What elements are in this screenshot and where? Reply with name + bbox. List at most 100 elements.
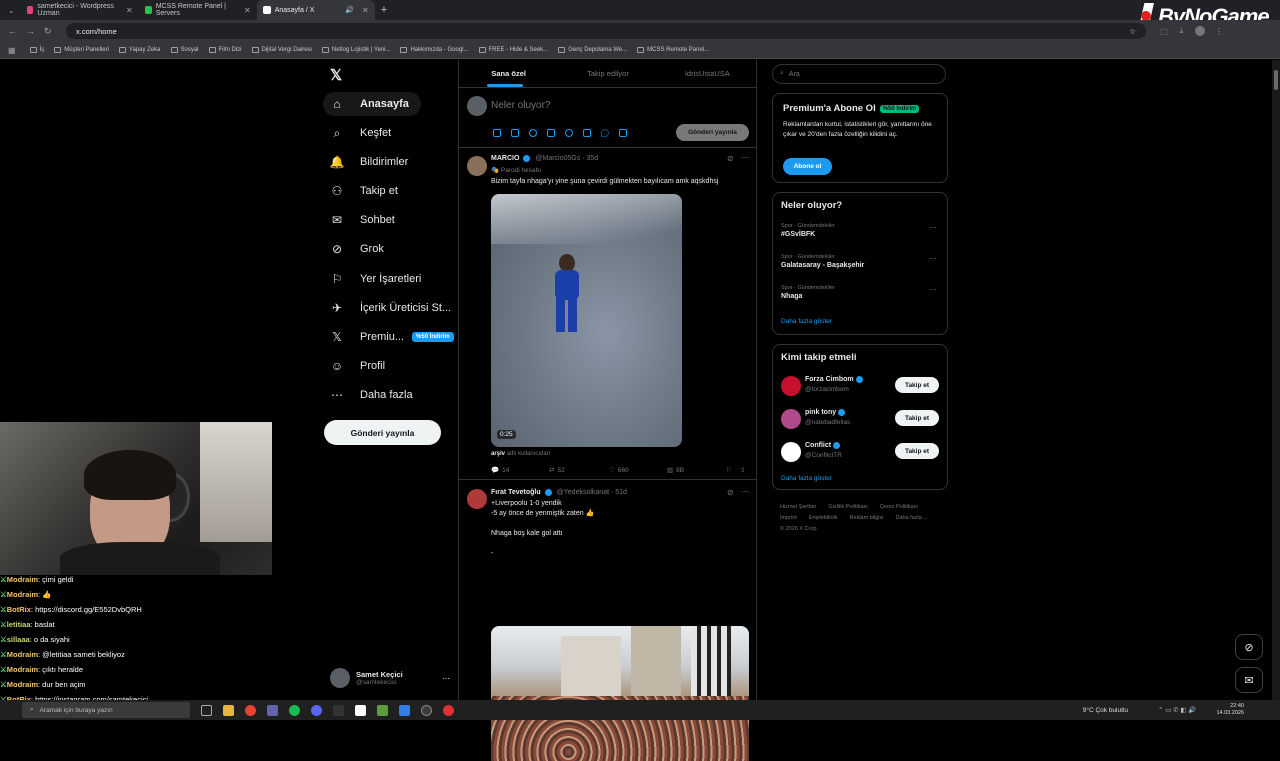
trend-item[interactable]: Spor · Gündemdekiler #GSvİBFK ⋯ [781, 223, 941, 238]
new-tab-icon[interactable]: + [381, 4, 387, 16]
bookmark-item[interactable]: Hakkımızda - Googl... [400, 47, 469, 53]
share-icon[interactable]: ⇪ [740, 466, 745, 474]
close-icon[interactable]: ✕ [126, 6, 133, 15]
task-view-icon[interactable] [201, 704, 212, 716]
tweet-author[interactable]: Fırat Tevetoğlu [491, 489, 541, 496]
extensions-icon[interactable]: ⬚ [1160, 27, 1168, 36]
folder-icon[interactable] [223, 704, 234, 716]
taskbar-search-input[interactable]: ⌕ Aramak için buraya yazın [22, 702, 190, 718]
close-icon[interactable]: ✕ [244, 6, 251, 15]
tweet-video[interactable] [491, 626, 749, 761]
sidebar-item-more[interactable]: ⋯ Daha fazla [323, 383, 413, 407]
tab-menu-icon[interactable]: ⌄ [8, 6, 15, 15]
follow-button[interactable]: Takip et [895, 443, 939, 459]
footer-link[interactable]: Gizlilik Politikası [828, 504, 867, 510]
sidebar-item-search[interactable]: ⌕ Keşfet [323, 121, 392, 145]
grok-icon[interactable]: ⊘ [727, 154, 734, 163]
star-icon[interactable]: ☆ [1129, 27, 1136, 36]
grok-float-button[interactable]: ⊘ [1235, 634, 1263, 660]
back-icon[interactable]: ← [8, 26, 18, 36]
like-button[interactable]: ♡ 660 [609, 466, 629, 475]
more-icon[interactable]: ⋯ [929, 285, 937, 294]
tab-following[interactable]: Takip edilyor [558, 60, 657, 87]
download-icon[interactable]: ⤓ [1180, 26, 1184, 36]
discord-icon[interactable] [311, 704, 322, 716]
tweet-handle[interactable]: @Marcio05Gs · 35d [535, 155, 598, 162]
sidebar-item-rocket[interactable]: ✈ İçerik Üreticisi St... [323, 296, 451, 320]
trend-item[interactable]: Spor · Gündemdekiler Nhaga ⋯ [781, 285, 941, 300]
weather-text[interactable]: 9°C Çok bulutlu [1083, 707, 1128, 714]
obs-icon[interactable] [421, 704, 432, 716]
minecraft-icon[interactable] [377, 704, 388, 716]
bookmark-item[interactable]: MCSS Remote Panel... [637, 47, 709, 53]
grok-icon[interactable]: ⊘ [727, 488, 734, 497]
forward-icon[interactable]: → [26, 26, 36, 36]
apps-icon[interactable]: ▦ [8, 46, 16, 55]
bookmark-icon[interactable]: ⚐ [726, 466, 732, 474]
speaker-icon[interactable]: 🔊 [345, 6, 354, 14]
sidebar-item-bookmark[interactable]: ⚐ Yer İşaretleri [323, 267, 422, 291]
tab-list[interactable]: IdrisUstaUSA [658, 60, 757, 87]
compose-input[interactable]: Neler oluyor? [491, 100, 550, 111]
follow-button[interactable]: Takip et [895, 377, 939, 393]
bookmark-item[interactable]: İş [29, 47, 44, 53]
footer-link[interactable]: Erişilebilirlik [809, 515, 838, 521]
follow-suggestion[interactable]: Forza Cimbom @forzacimbom Takip et [781, 374, 941, 398]
bookmark-item[interactable]: Yapay Zeka [118, 47, 161, 53]
teams-icon[interactable] [267, 704, 278, 716]
sidebar-item-follow[interactable]: ⚇ Takip et [323, 179, 398, 203]
tweet-handle[interactable]: @Yedeksolkanat · 51d [557, 489, 627, 496]
x-app-icon[interactable] [355, 704, 366, 716]
tweet[interactable]: Fırat Tevetoğlu @Yedeksolkanat · 51d ⊘ ⋯… [459, 481, 757, 761]
location-icon[interactable] [601, 129, 609, 137]
more-icon[interactable]: ⋯ [929, 254, 937, 263]
browser-tab-active[interactable]: Anasayfa / X 🔊 ✕ [256, 0, 375, 20]
sidebar-item-home[interactable]: ⌂ Anasayfa [323, 92, 421, 116]
footer-link[interactable]: Reklam bilgisi [850, 515, 884, 521]
more-icon[interactable]: ⋯ [741, 487, 749, 496]
browser-tab[interactable]: sametkecici - Wordpress Uzman ✕ [21, 0, 139, 20]
account-switcher[interactable]: Samet Keçici @samtekecici ⋯ [330, 664, 450, 692]
search-input[interactable]: ⌕ Ara [772, 64, 946, 84]
more-icon[interactable]: ⋯ [929, 223, 937, 232]
tweet[interactable]: MARCIO @Marcio05Gs · 35d ⊘ ⋯ 🎭 Parodi he… [459, 148, 757, 480]
retweet-button[interactable]: ⇄ 52 [549, 466, 565, 475]
spotify-icon[interactable] [289, 704, 300, 716]
close-icon[interactable]: ✕ [362, 6, 369, 15]
browser-tab[interactable]: MCSS Remote Panel | Servers ✕ [139, 0, 257, 20]
source-user[interactable]: arşiv [491, 451, 505, 457]
sidebar-item-x-logo[interactable]: 𝕏 Premiu... %50 İndirim [323, 325, 454, 349]
scrollbar[interactable] [1272, 60, 1280, 700]
footer-link[interactable]: Imprint [780, 515, 797, 521]
flag-icon[interactable] [619, 129, 627, 137]
sidebar-item-mail[interactable]: ✉ Sohbet [323, 208, 395, 232]
footer-link[interactable]: Çerez Politikası [880, 504, 918, 510]
schedule-icon[interactable] [583, 129, 591, 137]
sidebar-item-bell[interactable]: 🔔 Bildirimler [323, 150, 409, 174]
footer-link[interactable]: Hizmet Şartları [780, 504, 816, 510]
avatar[interactable] [1195, 26, 1206, 36]
reply-button[interactable]: 💬 14 [491, 466, 509, 475]
views-button[interactable]: ▥ 8B [667, 466, 684, 475]
gif-icon[interactable] [511, 129, 519, 137]
tweet-author[interactable]: MARCIO [491, 155, 519, 162]
messages-float-button[interactable]: ✉ [1235, 667, 1263, 693]
app-icon[interactable] [333, 704, 344, 716]
bookmark-item[interactable]: Genç Depolama We... [558, 47, 627, 53]
follow-suggestion[interactable]: Conflict @ConflictTR Takip et [781, 440, 941, 464]
compose-post-button[interactable]: Gönderi yayınla [676, 124, 749, 141]
tray-icons[interactable]: ⌃ ▭ ✆ ◧ 🔊 [1158, 706, 1197, 714]
bookmark-item[interactable]: Sosyal [170, 47, 199, 53]
bookmark-item[interactable]: Film Dizi [208, 47, 242, 53]
vpn-icon[interactable] [399, 704, 410, 716]
reload-icon[interactable]: ↻ [44, 26, 54, 37]
tab-for-you[interactable]: Sana özel [459, 60, 558, 87]
clock[interactable]: 22:40 14.03.2026 [1216, 703, 1244, 717]
scrollbar-thumb[interactable] [1274, 70, 1278, 90]
sidebar-item-grok[interactable]: ⊘ Grok [323, 237, 384, 261]
sidebar-item-profile[interactable]: ☺ Profil [323, 354, 385, 378]
recorder-icon[interactable] [443, 704, 454, 716]
emoji-icon[interactable] [565, 129, 573, 137]
show-more-link[interactable]: Daha fazla göster [781, 318, 832, 325]
more-icon[interactable]: ⋯ [442, 674, 450, 683]
